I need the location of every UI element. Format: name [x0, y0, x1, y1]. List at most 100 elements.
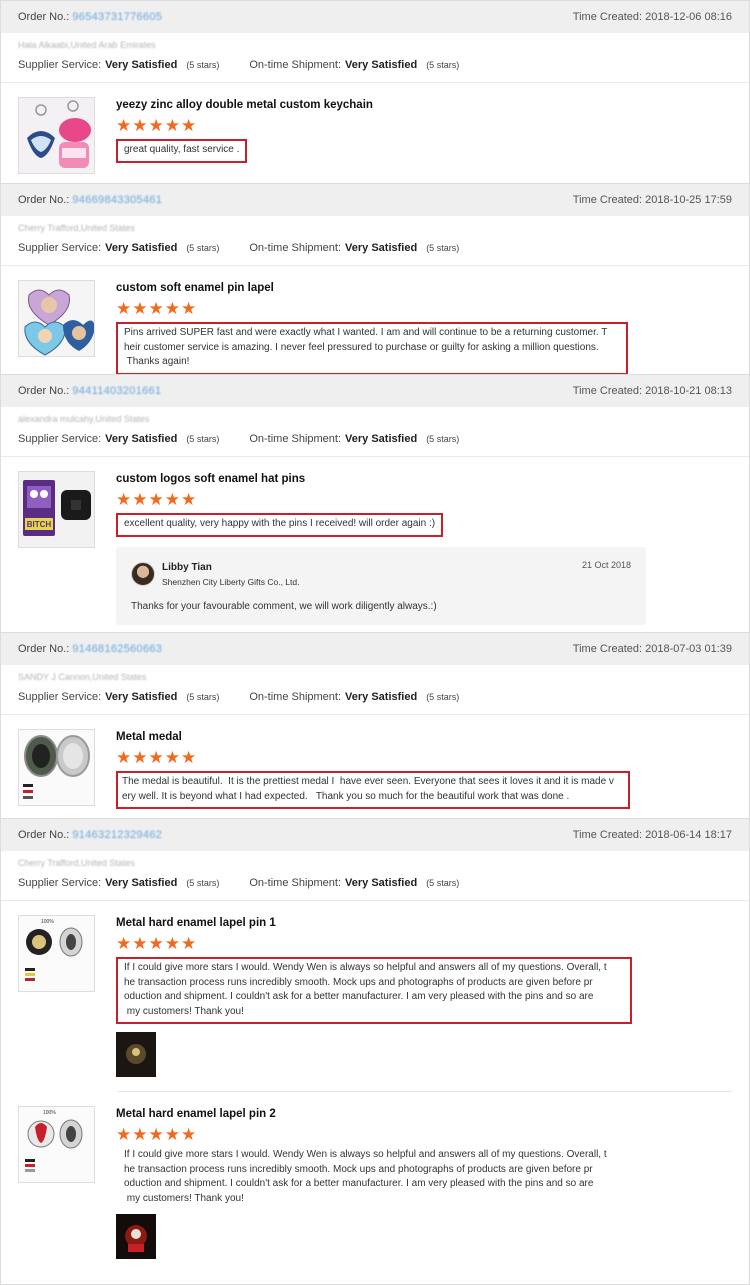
- product-review: Metal medal ★★★★★ The medal is beautiful…: [1, 715, 749, 817]
- supplier-service-label: Supplier Service:: [18, 241, 102, 254]
- order-header: Order No.: 94411403201661 Time Created: …: [1, 375, 749, 407]
- ontime-shipment-label: On-time Shipment:: [249, 432, 342, 445]
- order-no-link[interactable]: 94411403201661: [72, 385, 161, 397]
- stars-note: (5 stars): [426, 242, 460, 253]
- time-created: Time Created: 2018-12-06 08:16: [573, 11, 732, 23]
- order-no-link[interactable]: 94669843305461: [72, 194, 162, 206]
- review-photo[interactable]: [116, 1214, 156, 1259]
- product-thumbnail[interactable]: [18, 729, 95, 806]
- review-line: oduction and shipment. I couldn't ask fo…: [124, 1178, 594, 1189]
- buyer-info: Cherry Trafford,United States: [18, 858, 135, 868]
- star-rating: ★★★★★: [116, 490, 198, 509]
- time-created-value: 2018-10-21 08:13: [645, 385, 732, 397]
- buyer-info: SANDY J Cannon,United States: [18, 672, 147, 682]
- product-title[interactable]: Metal medal: [116, 731, 732, 743]
- percent-label: 100%: [43, 1110, 56, 1116]
- stars-note: (5 stars): [186, 433, 220, 444]
- review-line: heir customer service is amazing. I neve…: [124, 341, 599, 353]
- service-ratings: Supplier Service: Very Satisfied (5 star…: [1, 427, 749, 457]
- product-review: 100% Metal hard enamel lapel pin 1 ★★★★★…: [1, 901, 749, 1091]
- product-title[interactable]: custom logos soft enamel hat pins: [116, 473, 732, 485]
- review-photo[interactable]: [116, 1032, 156, 1077]
- order-no-label: Order No.:: [18, 643, 70, 655]
- order-no-link[interactable]: 91463212329462: [72, 829, 162, 841]
- order-header: Order No.: 91463212329462 Time Created: …: [1, 819, 749, 851]
- supplier-service-value: Very Satisfied: [105, 876, 178, 889]
- review-line: Pins arrived SUPER fast and were exactly…: [124, 327, 608, 338]
- product-thumbnail[interactable]: BITCH: [18, 471, 95, 548]
- product-title[interactable]: yeezy zinc alloy double metal custom key…: [116, 99, 732, 111]
- time-created: Time Created: 2018-07-03 01:39: [573, 643, 732, 655]
- buyer-info: Hala Alkaabi,United Arab Emirates: [18, 40, 156, 50]
- order-number: Order No.: 96543731776605: [18, 11, 162, 23]
- ontime-shipment-value: Very Satisfied: [345, 876, 418, 889]
- product-title[interactable]: Metal hard enamel lapel pin 1: [116, 917, 732, 929]
- stars-note: (5 stars): [426, 877, 460, 888]
- order-no-label: Order No.:: [18, 11, 70, 23]
- lapel-pin-image: 100%: [25, 919, 83, 981]
- time-created-label: Time Created:: [572, 11, 643, 23]
- time-created-label: Time Created:: [572, 643, 643, 655]
- supplier-service-value: Very Satisfied: [105, 58, 178, 71]
- avatar: [131, 561, 155, 586]
- ontime-shipment-value: Very Satisfied: [345, 432, 418, 445]
- buyer-info: alexandra mulcahy,United States: [18, 414, 150, 424]
- product-review: custom soft enamel pin lapel ★★★★★ Pins …: [1, 266, 749, 383]
- product-thumbnail[interactable]: 100%: [18, 915, 95, 992]
- time-created: Time Created: 2018-06-14 18:17: [573, 829, 732, 841]
- review-line: my customers! Thank you!: [124, 1192, 244, 1204]
- order-no-link[interactable]: 96543731776605: [72, 11, 162, 23]
- star-rating: ★★★★★: [116, 934, 198, 953]
- time-created-value: 2018-12-06 08:16: [645, 11, 732, 23]
- product-thumbnail[interactable]: [18, 97, 95, 174]
- stars-note: (5 stars): [186, 242, 220, 253]
- supplier-service-label: Supplier Service:: [18, 876, 102, 889]
- order-card: Order No.: 91468162560663 Time Created: …: [0, 632, 750, 818]
- ontime-shipment-label: On-time Shipment:: [249, 241, 342, 254]
- star-rating: ★★★★★: [116, 116, 198, 135]
- stars-note: (5 stars): [426, 691, 460, 702]
- review-line: he transaction process runs incredibly s…: [124, 1163, 593, 1175]
- star-rating: ★★★★★: [116, 299, 198, 318]
- order-number: Order No.: 94411403201661: [18, 385, 161, 397]
- order-no-label: Order No.:: [18, 829, 70, 841]
- time-created-value: 2018-07-03 01:39: [645, 643, 732, 655]
- time-created-label: Time Created:: [572, 829, 643, 841]
- percent-label: 100%: [41, 919, 54, 925]
- order-card: Order No.: 91463212329462 Time Created: …: [0, 818, 750, 1285]
- review-text: If I could give more stars I would. Wend…: [116, 1148, 632, 1206]
- stars-note: (5 stars): [186, 691, 220, 702]
- review-text: The medal is beautiful. It is the pretti…: [116, 771, 630, 809]
- supplier-service-label: Supplier Service:: [18, 432, 102, 445]
- review-text: excellent quality, very happy with the p…: [116, 513, 444, 537]
- review-line: Thanks again!: [124, 356, 190, 367]
- time-created-label: Time Created:: [572, 194, 643, 206]
- review-line: If I could give more stars I would. Wend…: [124, 1149, 607, 1160]
- star-rating: ★★★★★: [116, 748, 198, 767]
- time-created: Time Created: 2018-10-21 08:13: [573, 385, 732, 397]
- product-thumbnail[interactable]: [18, 280, 95, 357]
- product-thumbnail[interactable]: 100%: [18, 1106, 95, 1183]
- service-ratings: Supplier Service: Very Satisfied (5 star…: [1, 53, 749, 83]
- product-info: Metal hard enamel lapel pin 2 ★★★★★ If I…: [116, 1106, 732, 1259]
- stars-note: (5 stars): [186, 59, 220, 70]
- product-title[interactable]: Metal hard enamel lapel pin 2: [116, 1108, 732, 1120]
- order-no-label: Order No.:: [18, 194, 70, 206]
- review-line: ery well. It is beyond what I had expect…: [122, 790, 570, 802]
- review-line: he transaction process runs incredibly s…: [124, 976, 593, 988]
- supplier-service-value: Very Satisfied: [105, 690, 178, 703]
- ontime-shipment-label: On-time Shipment:: [249, 876, 342, 889]
- photo-thumbnail: [126, 1044, 146, 1064]
- supplier-service-value: Very Satisfied: [105, 241, 178, 254]
- stars-note: (5 stars): [186, 877, 220, 888]
- star-rating: ★★★★★: [116, 1125, 198, 1144]
- time-created-label: Time Created:: [572, 385, 643, 397]
- pin-text: BITCH: [27, 520, 52, 529]
- time-created-value: 2018-10-25 17:59: [645, 194, 732, 206]
- product-title[interactable]: custom soft enamel pin lapel: [116, 282, 732, 294]
- order-header: Order No.: 94669843305461 Time Created: …: [1, 184, 749, 216]
- order-number: Order No.: 91468162560663: [18, 643, 162, 655]
- time-created: Time Created: 2018-10-25 17:59: [573, 194, 732, 206]
- ontime-shipment-value: Very Satisfied: [345, 241, 418, 254]
- order-no-link[interactable]: 91468162560663: [72, 643, 162, 655]
